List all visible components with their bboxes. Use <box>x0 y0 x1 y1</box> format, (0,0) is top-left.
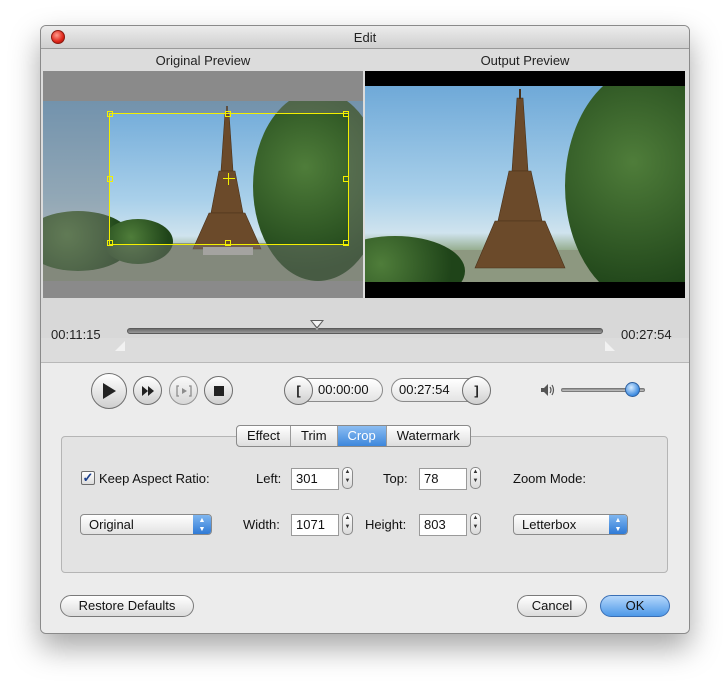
left-stepper[interactable]: ▲ ▼ <box>342 467 353 489</box>
trim-start-marker[interactable] <box>115 341 125 351</box>
fast-forward-icon <box>141 385 154 396</box>
crop-handle[interactable] <box>343 176 349 182</box>
tab-effect[interactable]: Effect <box>237 426 292 446</box>
cancel-button[interactable]: Cancel <box>517 595 587 617</box>
crop-handle[interactable] <box>225 240 231 246</box>
width-field[interactable]: 1071 <box>291 514 339 536</box>
zoom-mode-select[interactable]: Letterbox ▲ ▼ <box>513 514 628 535</box>
original-preview <box>43 71 363 310</box>
set-end-button[interactable]: ] <box>462 376 491 405</box>
crop-handle[interactable] <box>107 176 113 182</box>
crop-handle[interactable] <box>107 111 113 117</box>
timeline-start-time: 00:11:15 <box>51 327 101 342</box>
top-field[interactable]: 78 <box>419 468 467 490</box>
stop-icon <box>213 385 224 396</box>
height-field[interactable]: 803 <box>419 514 467 536</box>
play-button[interactable] <box>91 373 127 409</box>
keep-aspect-label: Keep Aspect Ratio: <box>99 471 210 486</box>
crop-handle[interactable] <box>107 240 113 246</box>
output-preview-title: Output Preview <box>480 53 570 68</box>
timeline-end-time: 00:27:54 <box>621 327 672 342</box>
trim-end-marker[interactable] <box>605 341 615 351</box>
end-bracket-label: ] <box>474 383 479 398</box>
top-stepper[interactable]: ▲ ▼ <box>470 467 481 489</box>
tab-crop[interactable]: Crop <box>337 426 387 446</box>
restore-defaults-button[interactable]: Restore Defaults <box>60 595 194 617</box>
crop-handle[interactable] <box>343 240 349 246</box>
stop-button[interactable] <box>204 376 233 405</box>
set-start-button[interactable]: [ <box>284 376 313 405</box>
edit-window: Edit Original Preview Output Preview 00:… <box>40 25 690 634</box>
aspect-ratio-value: Original <box>89 517 134 532</box>
edit-controls: [ 00:00:00 00:27:54 ] Effect Trim Crop W… <box>41 362 689 633</box>
crop-handle[interactable] <box>225 111 231 117</box>
start-bracket-label: [ <box>296 383 301 398</box>
speaker-icon <box>541 384 555 396</box>
height-stepper[interactable]: ▲ ▼ <box>470 513 481 535</box>
select-arrows-icon: ▲ ▼ <box>193 515 211 534</box>
edit-tabs: Effect Trim Crop Watermark <box>236 425 471 447</box>
next-frame-button[interactable] <box>133 376 162 405</box>
zoom-mode-label: Zoom Mode: <box>513 471 586 486</box>
crop-panel: ✓ Keep Aspect Ratio: Left: 301 ▲ ▼ Top: 7… <box>61 436 668 573</box>
timeline-track[interactable] <box>127 328 603 334</box>
aspect-ratio-select[interactable]: Original ▲ ▼ <box>80 514 212 535</box>
output-video-frame <box>365 86 685 282</box>
output-preview <box>365 71 685 310</box>
original-video-frame <box>43 101 363 281</box>
top-label: Top: <box>383 471 408 486</box>
ok-button[interactable]: OK <box>600 595 670 617</box>
width-label: Width: <box>243 517 280 532</box>
title-bar: Edit <box>41 26 689 49</box>
volume-knob[interactable] <box>625 382 641 397</box>
crop-handle[interactable] <box>343 111 349 117</box>
select-arrows-icon: ▲ ▼ <box>609 515 627 534</box>
keep-aspect-checkbox[interactable]: ✓ <box>81 471 95 485</box>
window-title: Edit <box>353 30 377 45</box>
zoom-mode-value: Letterbox <box>522 517 577 532</box>
play-icon <box>103 383 116 399</box>
tab-trim[interactable]: Trim <box>291 426 338 446</box>
crop-frame[interactable] <box>107 111 349 246</box>
bracket-play-icon <box>175 384 192 397</box>
playhead-handle[interactable] <box>310 320 325 330</box>
original-preview-title: Original Preview <box>155 53 251 68</box>
width-stepper[interactable]: ▲ ▼ <box>342 513 353 535</box>
height-label: Height: <box>365 517 407 532</box>
crop-center-crosshair <box>223 178 235 179</box>
left-field[interactable]: 301 <box>291 468 339 490</box>
tab-watermark[interactable]: Watermark <box>387 426 470 446</box>
timeline-bar: 00:11:15 00:27:54 <box>41 298 689 351</box>
preview-segment-button[interactable] <box>169 376 198 405</box>
left-label: Left: <box>256 471 282 486</box>
